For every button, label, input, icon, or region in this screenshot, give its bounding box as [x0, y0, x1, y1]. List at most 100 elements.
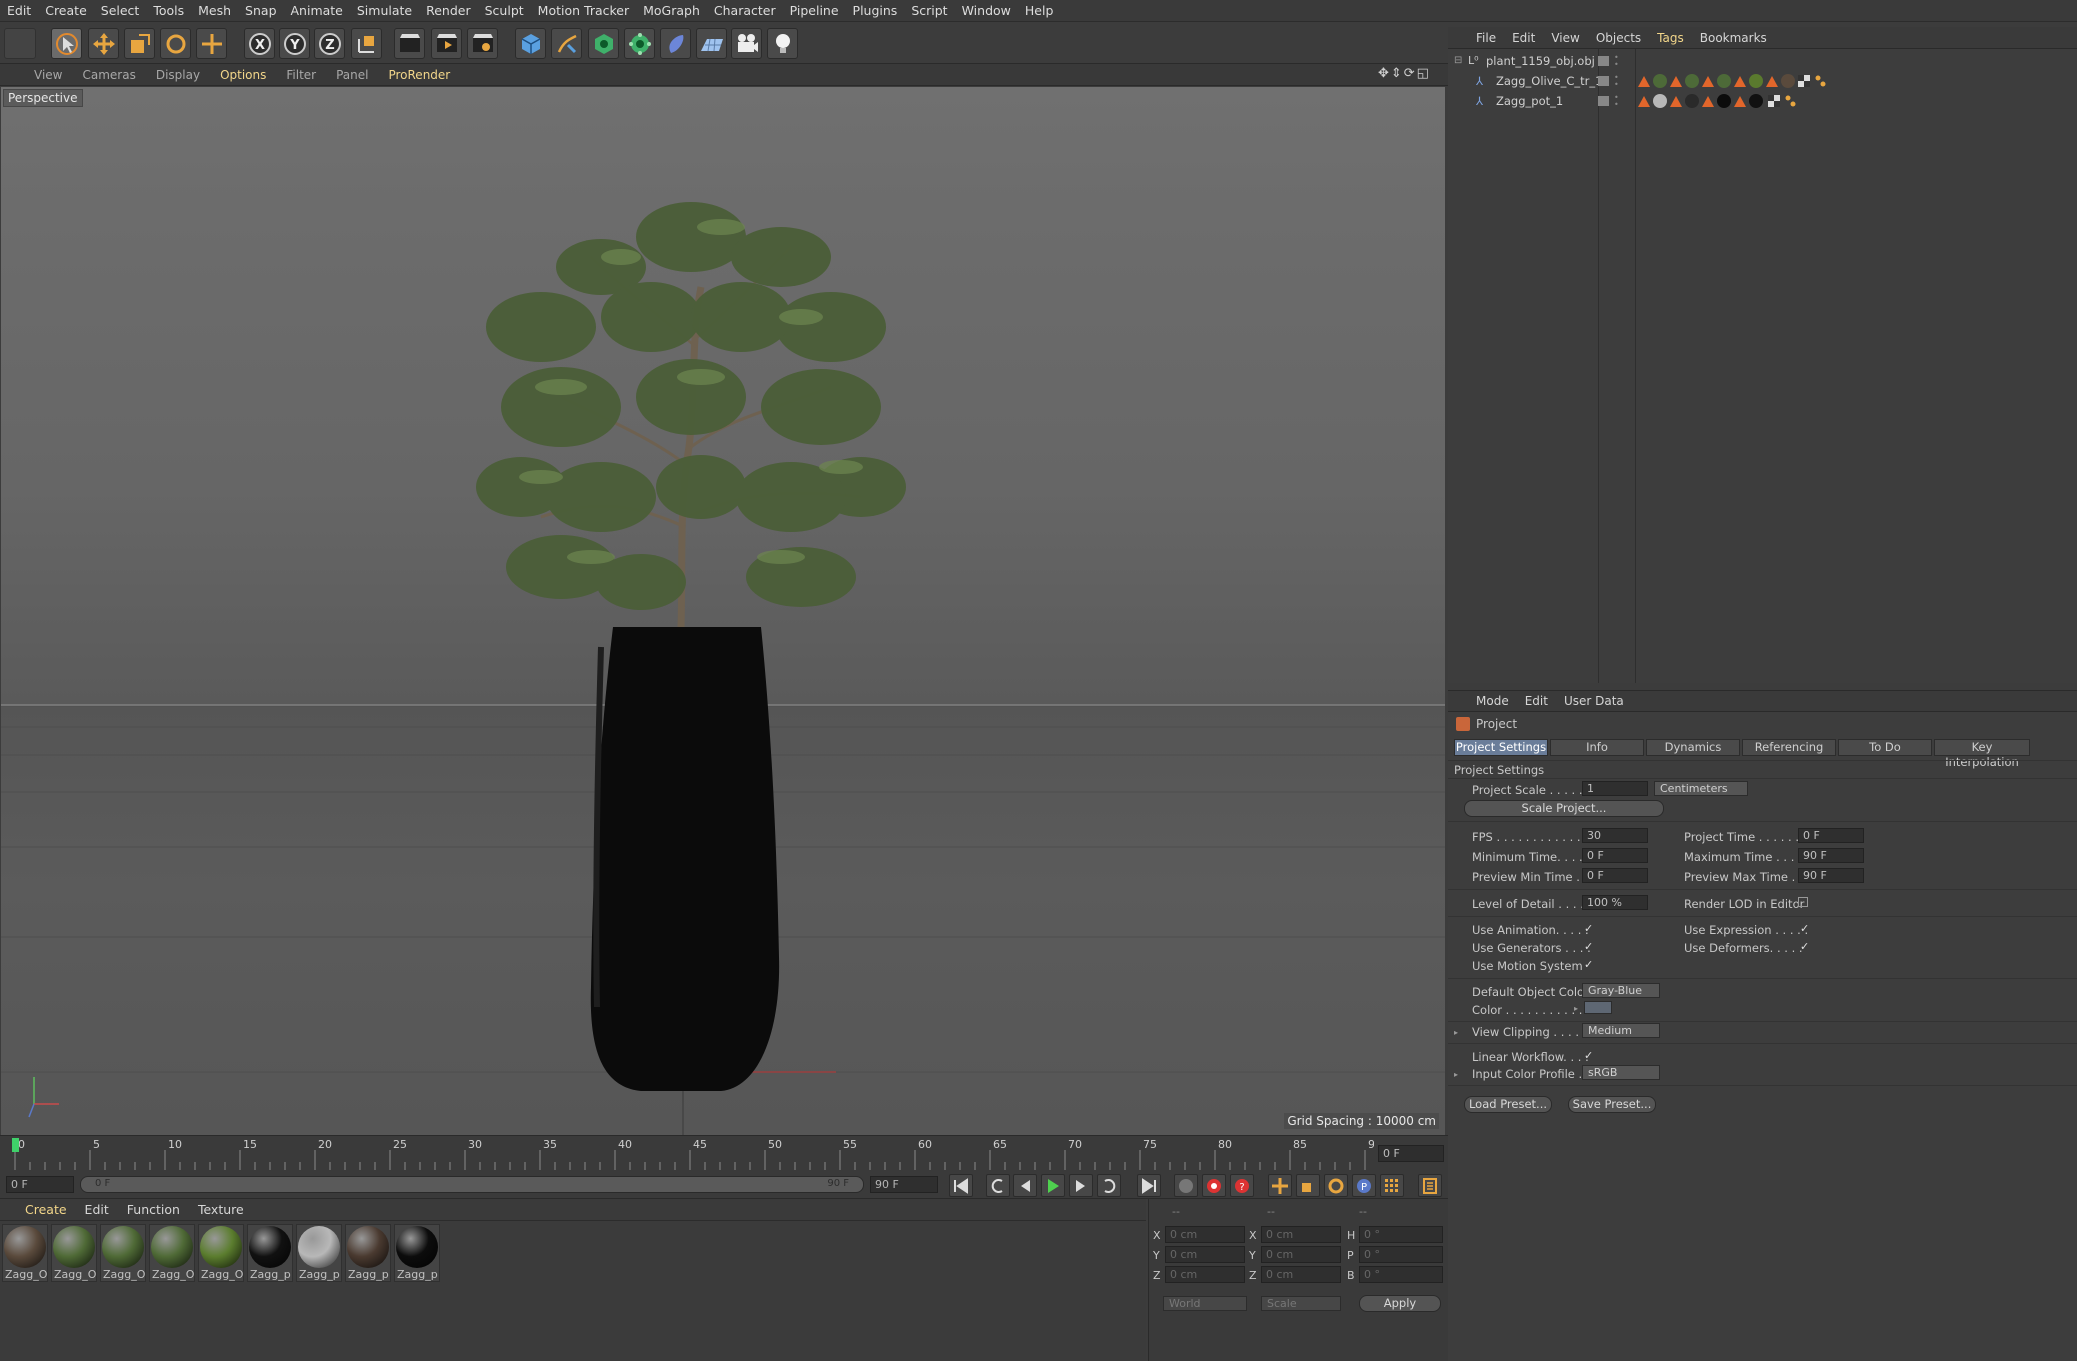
- menu-sculpt[interactable]: Sculpt: [478, 3, 531, 18]
- menu-create[interactable]: Create: [38, 3, 94, 18]
- use-generators-checkbox[interactable]: ✓: [1584, 941, 1595, 952]
- viewport-menu-panel[interactable]: Panel: [326, 68, 378, 82]
- menu-pipeline[interactable]: Pipeline: [783, 3, 846, 18]
- menu-snap[interactable]: Snap: [238, 3, 283, 18]
- material-swatch[interactable]: Zagg_O: [149, 1224, 195, 1282]
- play-icon[interactable]: [1041, 1174, 1065, 1197]
- object-menu-tags[interactable]: Tags: [1649, 31, 1692, 45]
- project-time-field[interactable]: 0 F: [1798, 828, 1864, 843]
- layer-icon[interactable]: [1598, 56, 1609, 66]
- coord-size-z-field[interactable]: 0 cm: [1261, 1266, 1341, 1283]
- z-axis-icon[interactable]: Z: [314, 28, 345, 59]
- tab-to-do[interactable]: To Do: [1838, 739, 1932, 756]
- keyframe-selection-icon[interactable]: ?: [1230, 1174, 1254, 1197]
- scale-icon[interactable]: [124, 28, 155, 59]
- coord-pos-x-field[interactable]: 0 cm: [1165, 1226, 1245, 1243]
- coord-apply-button[interactable]: Apply: [1359, 1295, 1441, 1312]
- subdivision-icon[interactable]: [588, 28, 619, 59]
- goto-start-icon[interactable]: [949, 1174, 973, 1197]
- goto-end-icon[interactable]: [1137, 1174, 1161, 1197]
- object-menu-bookmarks[interactable]: Bookmarks: [1692, 31, 1775, 45]
- render-view-icon[interactable]: [394, 28, 425, 59]
- autokey-icon[interactable]: [1202, 1174, 1226, 1197]
- collapse-icon[interactable]: ⊟: [1454, 51, 1462, 71]
- next-key-icon[interactable]: [1097, 1174, 1121, 1197]
- menu-plugins[interactable]: Plugins: [846, 3, 905, 18]
- attr-menu-mode[interactable]: Mode: [1468, 694, 1517, 708]
- material-menu-function[interactable]: Function: [118, 1202, 189, 1217]
- input-color-profile-dropdown[interactable]: sRGB: [1582, 1065, 1660, 1080]
- select-arrow-icon[interactable]: [51, 28, 82, 59]
- viewport-nav-icons[interactable]: ✥⇕⟳◱: [1378, 66, 1446, 84]
- load-preset-button[interactable]: Load Preset...: [1464, 1096, 1552, 1113]
- pen-icon[interactable]: [551, 28, 582, 59]
- tab-referencing[interactable]: Referencing: [1742, 739, 1836, 756]
- object-menu-view[interactable]: View: [1543, 31, 1587, 45]
- menu-character[interactable]: Character: [707, 3, 783, 18]
- live-selection-icon[interactable]: [196, 28, 227, 59]
- view-clipping-dropdown[interactable]: Medium: [1582, 1023, 1660, 1038]
- material-menu-edit[interactable]: Edit: [76, 1202, 118, 1217]
- menu-tools[interactable]: Tools: [146, 3, 191, 18]
- viewport-menu-cameras[interactable]: Cameras: [72, 68, 145, 82]
- visibility-dots-icon[interactable]: • •: [1614, 54, 1619, 69]
- viewport-menu-options[interactable]: Options: [210, 68, 276, 82]
- tag-icons[interactable]: [1636, 93, 1886, 109]
- object-row-pot[interactable]: ⅄ Zagg_pot_1 • •: [1448, 91, 2077, 111]
- object-row-plant[interactable]: ⊟ L⁰ plant_1159_obj.obj • •: [1448, 51, 2077, 71]
- coord-rot-b-field[interactable]: 0 °: [1359, 1266, 1443, 1283]
- project-scale-field[interactable]: 1: [1582, 781, 1648, 796]
- coord-space-dropdown[interactable]: World: [1163, 1296, 1247, 1311]
- deformer-icon[interactable]: [660, 28, 691, 59]
- timeline-ruler[interactable]: 0 5 10 15 20 25 30 35 40 45 50 55 60 65 70 75 80 85 90 0 F: [0, 1135, 1448, 1171]
- object-name[interactable]: Zagg_pot_1: [1496, 91, 1563, 111]
- camera-icon[interactable]: [731, 28, 762, 59]
- color-expand-icon[interactable]: ▸: [1574, 1004, 1578, 1013]
- tab-project-settings[interactable]: Project Settings: [1454, 739, 1548, 756]
- rotate-icon[interactable]: [160, 28, 191, 59]
- viewport-menu-view[interactable]: View: [24, 68, 72, 82]
- menu-mograph[interactable]: MoGraph: [636, 3, 707, 18]
- menu-help[interactable]: Help: [1018, 3, 1061, 18]
- coord-pos-z-field[interactable]: 0 cm: [1165, 1266, 1245, 1283]
- pot-tags[interactable]: [1636, 93, 1886, 109]
- attr-menu-edit[interactable]: Edit: [1517, 694, 1556, 708]
- use-animation-checkbox[interactable]: ✓: [1584, 923, 1595, 934]
- object-menu-edit[interactable]: Edit: [1504, 31, 1543, 45]
- project-scale-unit-dropdown[interactable]: Centimeters: [1654, 781, 1748, 796]
- undo-icon[interactable]: [4, 28, 36, 59]
- key-rotation-icon[interactable]: [1324, 1174, 1348, 1197]
- material-swatch[interactable]: Zagg_O: [51, 1224, 97, 1282]
- y-axis-icon[interactable]: Y: [279, 28, 310, 59]
- menu-motion-tracker[interactable]: Motion Tracker: [531, 3, 636, 18]
- previous-key-icon[interactable]: [986, 1174, 1010, 1197]
- render-lod-checkbox[interactable]: [1798, 897, 1808, 907]
- cube-icon[interactable]: [515, 28, 546, 59]
- material-swatch[interactable]: Zagg_p: [296, 1224, 342, 1282]
- color-swatch[interactable]: [1584, 1001, 1612, 1014]
- previous-frame-icon[interactable]: [1013, 1174, 1037, 1197]
- render-settings-icon[interactable]: [467, 28, 498, 59]
- viewport-menu-display[interactable]: Display: [146, 68, 210, 82]
- tab-info[interactable]: Info: [1550, 739, 1644, 756]
- object-menu-objects[interactable]: Objects: [1588, 31, 1649, 45]
- object-name[interactable]: Zagg_Olive_C_tr_1: [1496, 71, 1602, 91]
- timeline-window-icon[interactable]: [1418, 1174, 1442, 1197]
- coord-size-x-field[interactable]: 0 cm: [1261, 1226, 1341, 1243]
- layer-icon[interactable]: [1598, 96, 1609, 106]
- view-clipping-expand-icon[interactable]: ▸: [1454, 1028, 1458, 1037]
- linear-workflow-checkbox[interactable]: ✓: [1584, 1050, 1595, 1061]
- save-preset-button[interactable]: Save Preset...: [1568, 1096, 1656, 1113]
- material-swatch[interactable]: Zagg_p: [247, 1224, 293, 1282]
- fps-field[interactable]: 30: [1582, 828, 1648, 843]
- preview-max-time-field[interactable]: 90 F: [1798, 868, 1864, 883]
- tag-icons[interactable]: [1636, 73, 1886, 89]
- coord-pos-y-field[interactable]: 0 cm: [1165, 1246, 1245, 1263]
- coord-size-y-field[interactable]: 0 cm: [1261, 1246, 1341, 1263]
- playhead-marker[interactable]: [12, 1138, 19, 1152]
- input-color-profile-expand-icon[interactable]: ▸: [1454, 1070, 1458, 1079]
- material-swatch[interactable]: Zagg_O: [100, 1224, 146, 1282]
- light-icon[interactable]: [767, 28, 798, 59]
- object-name[interactable]: plant_1159_obj.obj: [1486, 51, 1595, 71]
- use-motion-system-checkbox[interactable]: ✓: [1584, 959, 1595, 970]
